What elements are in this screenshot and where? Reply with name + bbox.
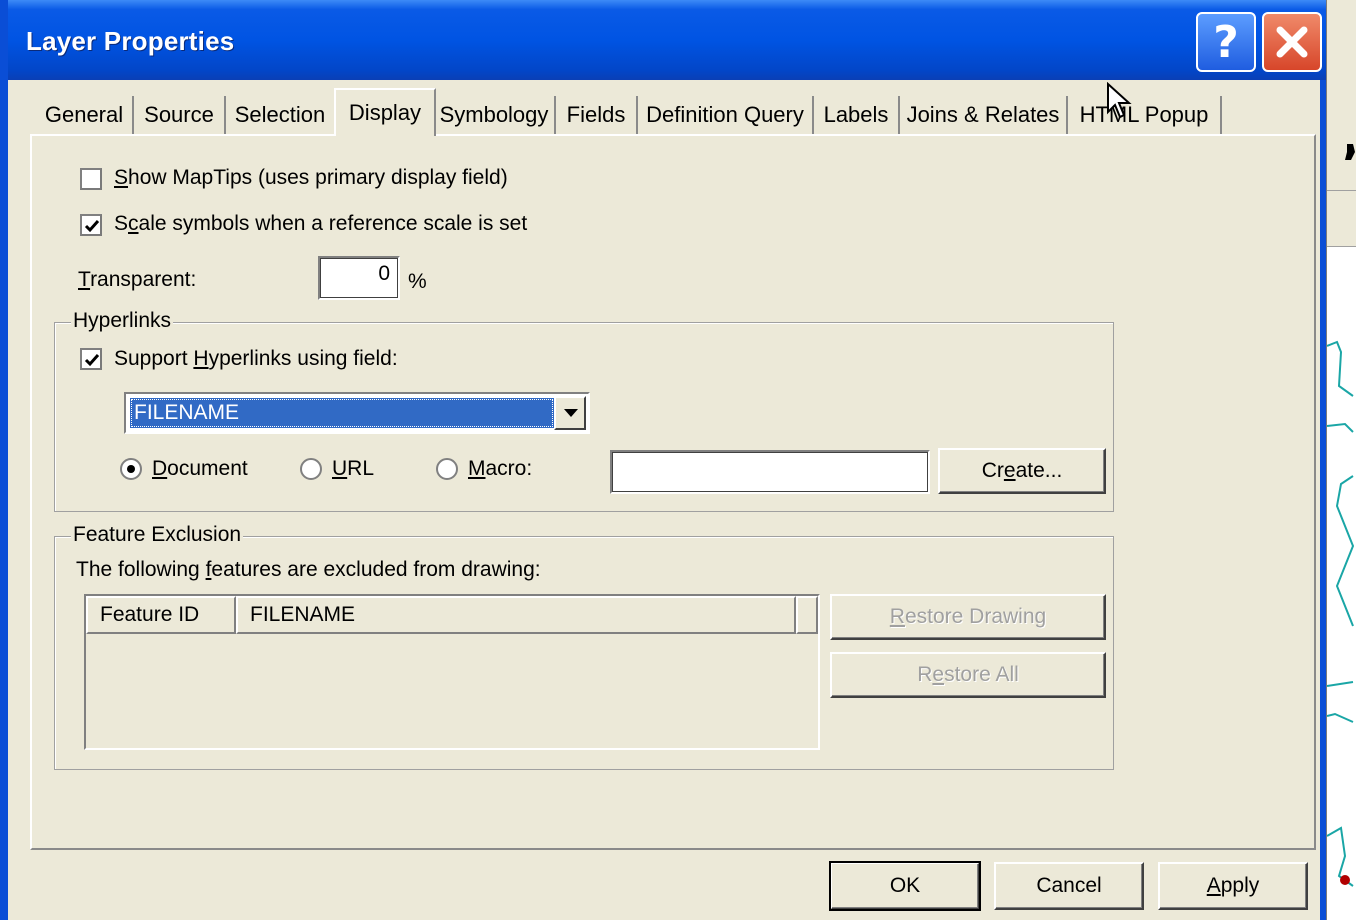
close-button[interactable] <box>1262 12 1322 72</box>
create-button[interactable]: Cr e ate... <box>938 448 1106 494</box>
checkmark-icon <box>84 354 100 367</box>
window-title: Layer Properties <box>26 26 235 56</box>
show-maptips-checkbox[interactable] <box>80 168 102 190</box>
radio-macro[interactable] <box>436 458 458 480</box>
hyperlink-field-dropdown[interactable]: FILENAME <box>124 392 590 434</box>
apply-button[interactable]: Apply <box>1158 862 1308 910</box>
restore-drawing-button[interactable]: Restore Drawing <box>830 594 1106 640</box>
hyperlinks-legend: Hyperlinks <box>71 309 174 333</box>
map-background <box>1326 0 1356 920</box>
layer-properties-dialog: Layer Properties ? General Source Select… <box>0 0 1334 920</box>
tab-selection[interactable]: Selection <box>226 96 336 134</box>
show-maptips-label[interactable]: Show MapTips (uses primary display field… <box>114 166 508 190</box>
chevron-down-icon[interactable] <box>554 396 586 430</box>
feature-exclusion-legend: Feature Exclusion <box>71 523 244 547</box>
hyperlink-field-value: FILENAME <box>130 398 554 428</box>
restore-all-button[interactable]: Re store All <box>830 652 1106 698</box>
column-header-filename[interactable]: FILENAME <box>236 596 796 634</box>
help-icon: ? <box>1213 16 1239 68</box>
title-bar[interactable]: Layer Properties ? <box>8 0 1334 80</box>
support-hyperlinks-label[interactable]: Support Hyperlinks using field: <box>114 347 398 371</box>
tab-display[interactable]: Display <box>334 88 436 136</box>
cancel-button[interactable]: Cancel <box>994 862 1144 910</box>
tab-source[interactable]: Source <box>134 96 226 134</box>
tab-joins-relates[interactable]: Joins & Relates <box>900 96 1068 134</box>
tab-general[interactable]: General <box>36 96 134 134</box>
mouse-cursor-icon <box>1107 82 1132 119</box>
close-icon <box>1276 26 1308 58</box>
tab-definition-query[interactable]: Definition Query <box>638 96 814 134</box>
radio-document-label[interactable]: Document <box>152 457 248 481</box>
transparent-label: Transparent: <box>78 268 197 291</box>
tool-icon <box>1345 144 1355 160</box>
ok-button[interactable]: OK <box>829 861 981 911</box>
radio-url-label[interactable]: URL <box>332 457 374 481</box>
radio-macro-label[interactable]: Macro: <box>468 457 532 481</box>
column-header-feature-id[interactable]: Feature ID <box>86 596 236 634</box>
tab-fields[interactable]: Fields <box>556 96 638 134</box>
tab-html-popup[interactable]: HTML Popup <box>1068 96 1222 134</box>
help-button[interactable]: ? <box>1196 12 1256 72</box>
feature-exclusion-caption: The following features are excluded from… <box>76 558 541 581</box>
tab-labels[interactable]: Labels <box>814 96 900 134</box>
scale-symbols-label[interactable]: Scale symbols when a reference scale is … <box>114 212 527 236</box>
checkmark-icon <box>84 220 100 233</box>
excluded-features-list[interactable]: Feature ID FILENAME <box>84 594 820 750</box>
map-toolbar <box>1327 0 1356 247</box>
macro-input[interactable] <box>610 450 930 494</box>
map-features <box>1327 340 1355 887</box>
transparent-input[interactable]: 0 <box>318 256 400 300</box>
support-hyperlinks-checkbox[interactable] <box>80 348 102 370</box>
column-header-filler <box>796 596 818 634</box>
scale-symbols-checkbox[interactable] <box>80 214 102 236</box>
toolbar-separator <box>1327 190 1356 191</box>
radio-document[interactable] <box>120 458 142 480</box>
tab-symbology[interactable]: Symbology <box>434 96 556 134</box>
radio-url[interactable] <box>300 458 322 480</box>
percent-label: % <box>408 270 427 293</box>
